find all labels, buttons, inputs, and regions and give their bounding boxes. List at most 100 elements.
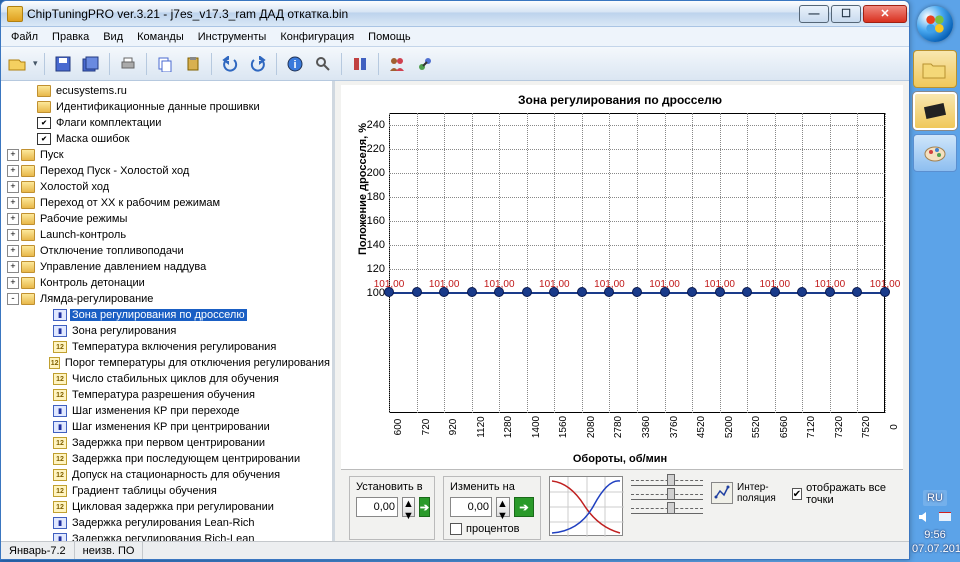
tool1-button[interactable] [348, 52, 372, 76]
show-all-checkbox[interactable]: ✔ [792, 488, 802, 500]
clock-date[interactable]: 07.07.2013 [912, 542, 958, 556]
expand-toggle[interactable]: + [7, 149, 19, 161]
menu-Помощь[interactable]: Помощь [362, 29, 417, 45]
tree-item[interactable]: +Рабочие режимы [3, 211, 332, 227]
expand-toggle[interactable]: + [7, 261, 19, 273]
plot-area[interactable]: 1001201401601802002202406007209201120128… [389, 113, 885, 413]
set-spin[interactable]: ▲▼ [402, 497, 415, 517]
tree-item[interactable]: ✔Маска ошибок [3, 131, 332, 147]
close-button[interactable]: ✕ [863, 5, 907, 23]
percent-checkbox[interactable] [450, 523, 462, 535]
tree-item[interactable]: ▮Зона регулирования [3, 323, 332, 339]
tree-item[interactable]: +Холостой ход [3, 179, 332, 195]
tree-item[interactable]: 12Цикловая задержка при регулировании [3, 499, 332, 515]
change-apply-button[interactable]: ➔ [514, 497, 534, 517]
expand-toggle[interactable]: + [7, 229, 19, 241]
undo-button[interactable] [218, 52, 242, 76]
menu-Файл[interactable]: Файл [5, 29, 44, 45]
redo-button[interactable] [246, 52, 270, 76]
save-all-button[interactable] [79, 52, 103, 76]
statusbar: Январь-7.2 неизв. ПО [1, 541, 909, 559]
expand-toggle[interactable]: + [7, 277, 19, 289]
expand-toggle[interactable]: + [7, 213, 19, 225]
tree-item[interactable]: 12Задержка при первом центрировании [3, 435, 332, 451]
set-apply-button[interactable]: ➔ [419, 497, 430, 517]
data-point[interactable] [467, 287, 477, 297]
tree-item[interactable]: Идентификационные данные прошивки [3, 99, 332, 115]
tree-item[interactable]: +Переход от ХХ к рабочим режимам [3, 195, 332, 211]
expand-toggle[interactable]: + [7, 181, 19, 193]
tree-item[interactable]: +Контроль детонации [3, 275, 332, 291]
data-point[interactable] [577, 287, 587, 297]
tree-item[interactable]: 12Допуск на стационарность для обучения [3, 467, 332, 483]
rail-paint[interactable] [913, 134, 957, 172]
tree-item[interactable]: 12Температура включения регулирования [3, 339, 332, 355]
interp-button[interactable]: Интер-поляция [711, 482, 776, 504]
rail-app[interactable] [913, 92, 957, 130]
clock-time[interactable]: 9:56 [912, 528, 958, 542]
copy-button[interactable] [153, 52, 177, 76]
tree-item[interactable]: -Лямда-регулирование [3, 291, 332, 307]
users-button[interactable] [385, 52, 409, 76]
volume-icon[interactable] [918, 510, 932, 524]
tree-item[interactable]: ▮Зона регулирования по дросселю [3, 307, 332, 323]
folder-icon [21, 197, 35, 209]
open-button[interactable] [5, 52, 29, 76]
tree-item[interactable]: 12Задержка при последующем центрировании [3, 451, 332, 467]
tree-item[interactable]: ecusystems.ru [3, 83, 332, 99]
menu-Правка[interactable]: Правка [46, 29, 95, 45]
change-value-input[interactable] [450, 497, 492, 517]
data-point[interactable] [687, 287, 697, 297]
tree-item[interactable]: +Отключение топливоподачи [3, 243, 332, 259]
data-point[interactable] [797, 287, 807, 297]
tree-item[interactable]: +Управление давлением наддува [3, 259, 332, 275]
tree-item[interactable]: ▮Шаг изменения КР при переходе [3, 403, 332, 419]
save-button[interactable] [51, 52, 75, 76]
set-value-input[interactable] [356, 497, 398, 517]
expand-toggle [39, 501, 51, 513]
menu-Конфигурация[interactable]: Конфигурация [274, 29, 360, 45]
data-point[interactable] [412, 287, 422, 297]
info-button[interactable]: i [283, 52, 307, 76]
expand-toggle[interactable]: + [7, 165, 19, 177]
tree-item[interactable]: ▮Задержка регулирования Rich-Lean [3, 531, 332, 541]
tree-item[interactable]: 12Температура разрешения обучения [3, 387, 332, 403]
data-point[interactable] [632, 287, 642, 297]
connection-button[interactable] [413, 52, 437, 76]
maximize-button[interactable]: ☐ [831, 5, 861, 23]
tree-item[interactable]: +Переход Пуск - Холостой ход [3, 163, 332, 179]
expand-toggle[interactable]: + [7, 245, 19, 257]
rail-explorer[interactable] [913, 50, 957, 88]
tree-pane[interactable]: ecusystems.ruИдентификационные данные пр… [1, 81, 335, 541]
menu-Команды[interactable]: Команды [131, 29, 190, 45]
expand-toggle[interactable]: - [7, 293, 19, 305]
tree-item[interactable]: +Пуск [3, 147, 332, 163]
tree-item[interactable]: ▮Шаг изменения КР при центрировании [3, 419, 332, 435]
slider-1[interactable] [631, 478, 703, 486]
menu-Инструменты[interactable]: Инструменты [192, 29, 273, 45]
tree-item[interactable]: +Launch-контроль [3, 227, 332, 243]
tree-item[interactable]: 12Градиент таблицы обучения [3, 483, 332, 499]
tree-item[interactable]: ✔Флаги комплектации [3, 115, 332, 131]
change-spin[interactable]: ▲▼ [496, 497, 510, 517]
lang-indicator[interactable]: RU [923, 490, 947, 506]
data-point[interactable] [742, 287, 752, 297]
flag-icon[interactable] [938, 510, 952, 524]
slider-3[interactable] [631, 506, 703, 514]
slider-2[interactable] [631, 492, 703, 500]
tree-item[interactable]: 12Порог температуры для отключения регул… [3, 355, 332, 371]
search-icon[interactable] [311, 52, 335, 76]
folder-icon [21, 165, 35, 177]
tree-item[interactable]: 12Число стабильных циклов для обучения [3, 371, 332, 387]
titlebar[interactable]: ChipTuningPRO ver.3.21 - j7es_v17.3_ram … [1, 1, 909, 27]
paste-button[interactable] [181, 52, 205, 76]
data-point[interactable] [852, 287, 862, 297]
start-button[interactable] [917, 6, 953, 42]
print-button[interactable] [116, 52, 140, 76]
menu-Вид[interactable]: Вид [97, 29, 129, 45]
data-point[interactable] [522, 287, 532, 297]
expand-toggle[interactable]: + [7, 197, 19, 209]
minimize-button[interactable]: — [799, 5, 829, 23]
tree-item[interactable]: ▮Задержка регулирования Lean-Rich [3, 515, 332, 531]
system-tray[interactable]: RU 9:56 07.07.2013 [912, 490, 958, 556]
